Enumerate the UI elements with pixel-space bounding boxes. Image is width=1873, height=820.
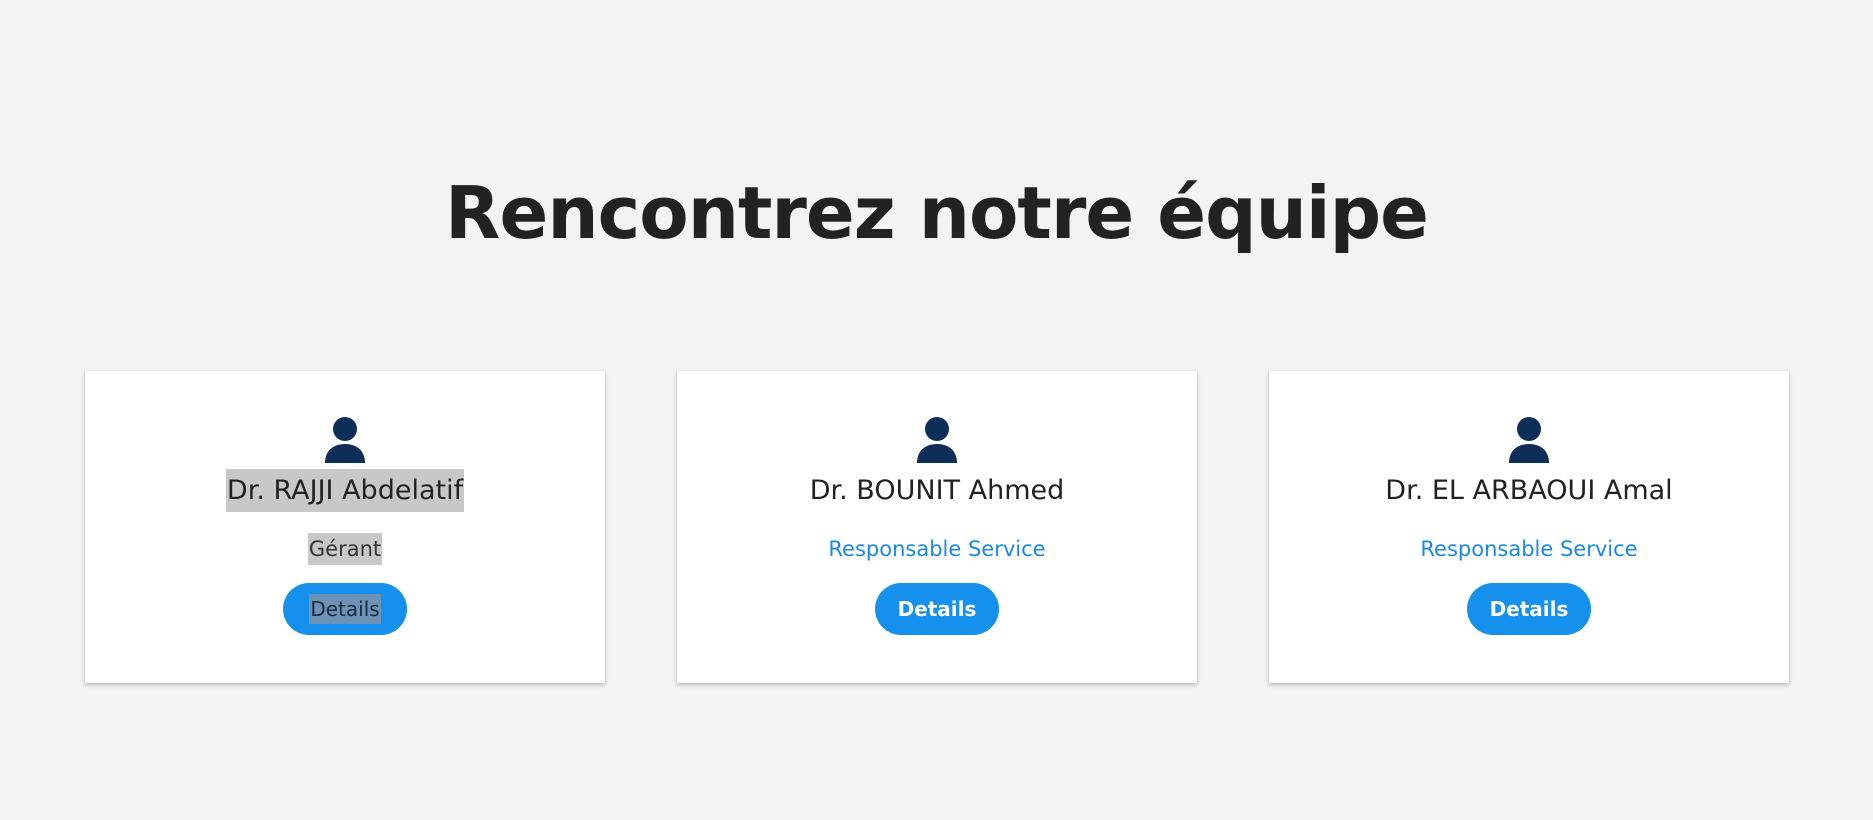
member-role: Responsable Service [1420, 537, 1638, 561]
details-button[interactable]: Details [1467, 583, 1591, 635]
user-icon [1509, 417, 1549, 463]
details-button[interactable]: Details [283, 583, 407, 635]
member-name: Dr. BOUNIT Ahmed [809, 475, 1065, 506]
team-card: Dr. BOUNIT Ahmed Responsable Service Det… [677, 371, 1197, 683]
member-name: Dr. EL ARBAOUI Amal [1385, 475, 1673, 506]
member-name-container: Dr. RAJJI Abdelatif [85, 469, 605, 512]
user-icon [325, 417, 365, 463]
section-title: Rencontrez notre équipe [445, 171, 1429, 255]
details-button-label: Details [309, 594, 381, 624]
member-name: Dr. RAJJI Abdelatif [225, 469, 465, 512]
team-section: Rencontrez notre équipe Dr. RAJJI Abdela… [0, 0, 1873, 820]
details-button[interactable]: Details [875, 583, 999, 635]
team-card: Dr. RAJJI Abdelatif Gérant Details [85, 371, 605, 683]
user-icon [917, 417, 957, 463]
member-role: Gérant [307, 533, 383, 565]
member-role-container: Gérant [85, 533, 605, 565]
team-cards: Dr. RAJJI Abdelatif Gérant Details Dr. B… [85, 371, 1789, 683]
member-role: Responsable Service [828, 537, 1046, 561]
team-card: Dr. EL ARBAOUI Amal Responsable Service … [1269, 371, 1789, 683]
